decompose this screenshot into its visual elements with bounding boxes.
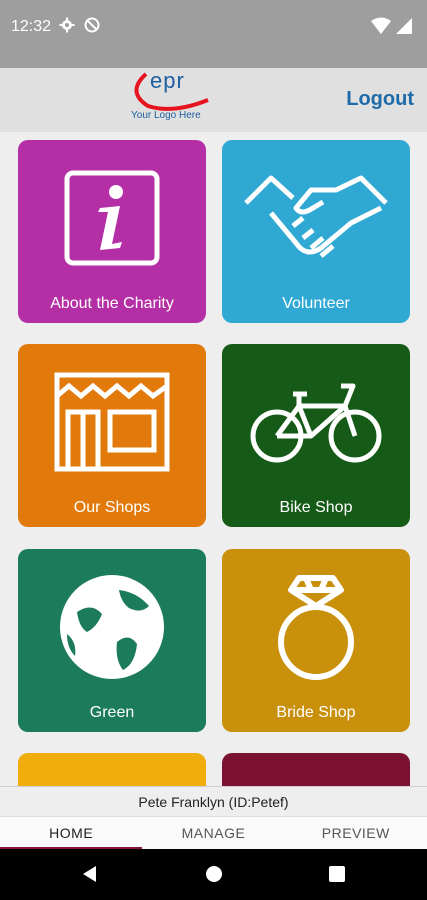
back-icon[interactable] [80,864,100,889]
tile-partial-yellow[interactable] [18,753,206,786]
tile-label: Our Shops [73,499,151,516]
globe-icon [18,567,206,687]
system-nav-bar [0,849,427,900]
tile-volunteer[interactable]: Volunteer [222,140,410,323]
tile-label: Green [89,704,135,721]
tile-bride-shop[interactable]: Bride Shop [222,549,410,732]
gear-icon [59,17,75,38]
wifi-icon [371,17,391,40]
app-header: epr Your Logo Here Logout [0,68,427,132]
tile-about-the-charity[interactable]: About the Charity [18,140,206,323]
battery-icon [394,17,414,40]
bicycle-icon [222,362,410,482]
tab-preview[interactable]: PREVIEW [285,817,427,850]
storefront-icon [18,362,206,482]
recents-icon[interactable] [328,864,346,889]
info-icon [18,158,206,278]
tile-our-shops[interactable]: Our Shops [18,344,206,527]
tile-label: Volunteer [282,295,350,312]
tab-home[interactable]: HOME [0,817,143,850]
user-info-bar: Pete Franklyn (ID:Petef) [0,786,427,817]
tile-green[interactable]: Green [18,549,206,732]
tile-partial-maroon[interactable] [222,753,410,786]
tile-bike-shop[interactable]: Bike Shop [222,344,410,527]
logo-text: epr [150,68,185,93]
tab-manage[interactable]: MANAGE [142,817,284,850]
status-bar: 12:32 [0,0,427,68]
logo-subtitle: Your Logo Here [131,110,201,121]
tile-label: Bride Shop [276,704,356,721]
tile-label: Bike Shop [279,499,353,516]
bottom-tabs: HOME MANAGE PREVIEW [0,816,427,850]
tile-label: About the Charity [50,295,174,312]
handshake-icon [222,158,410,278]
no-disturb-icon [84,17,100,38]
status-time: 12:32 [11,18,52,35]
ring-icon [222,567,410,687]
logout-button[interactable]: Logout [346,88,414,111]
home-icon[interactable] [204,864,224,889]
